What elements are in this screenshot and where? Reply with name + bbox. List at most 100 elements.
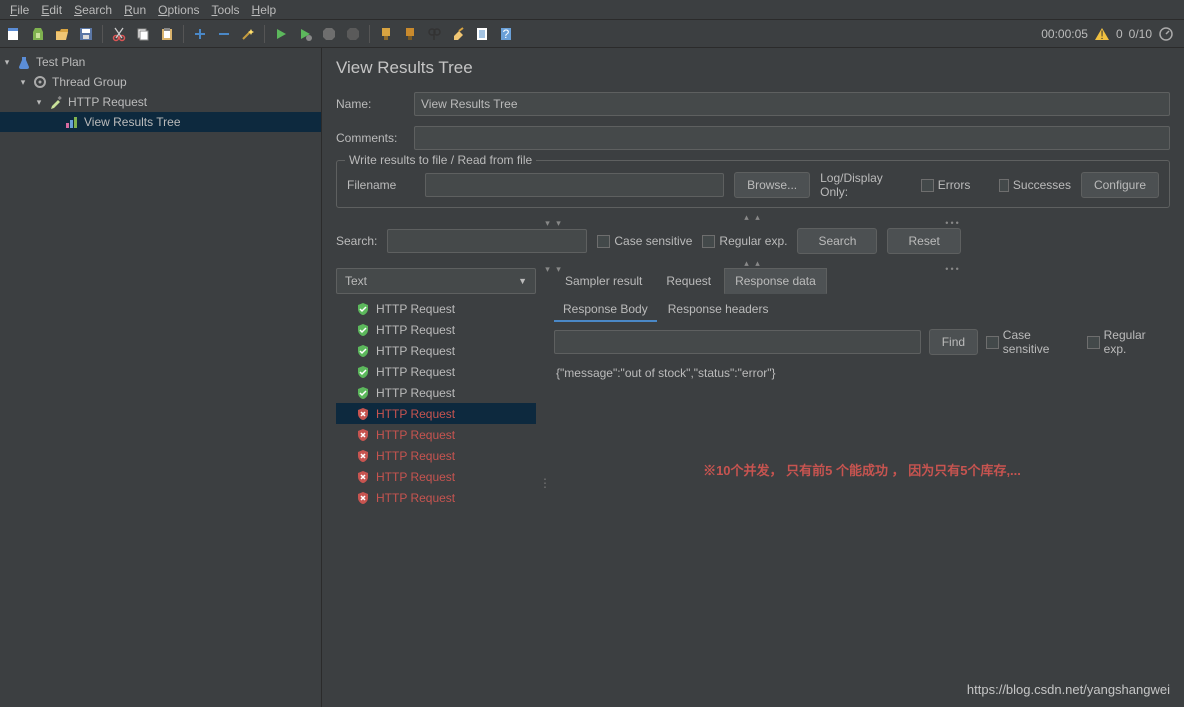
tree-http-request[interactable]: ▾ HTTP Request (0, 92, 321, 112)
name-label: Name: (336, 97, 404, 111)
cut-icon[interactable] (109, 24, 129, 44)
search-button[interactable]: Search (797, 228, 877, 254)
svg-text:?: ? (503, 27, 510, 41)
content-panel: View Results Tree Name: Comments: Write … (322, 48, 1184, 707)
shield-ok-icon (356, 302, 370, 316)
file-fieldset: Write results to file / Read from file F… (336, 160, 1170, 208)
gauge-icon[interactable] (1158, 26, 1174, 42)
errors-checkbox[interactable]: Errors (921, 178, 989, 192)
run-icon[interactable] (271, 24, 291, 44)
chevron-down-icon: ▼ (518, 276, 527, 286)
find-button[interactable]: Find (929, 329, 978, 355)
toolbar: ? 00:00:05 ! 0 0/10 (0, 20, 1184, 48)
find-input[interactable] (554, 330, 921, 354)
tree-thread-group[interactable]: ▾ Thread Group (0, 72, 321, 92)
menu-search[interactable]: Search (68, 3, 118, 17)
brush2-icon[interactable] (400, 24, 420, 44)
splitter[interactable]: ▴ ▴▾ ▾ ••• (336, 214, 1170, 222)
shield-ok-icon (356, 344, 370, 358)
successes-checkbox[interactable]: Successes (999, 178, 1071, 192)
shield-fail-icon (356, 428, 370, 442)
tree-view-results[interactable]: View Results Tree (0, 112, 321, 132)
shield-fail-icon (356, 449, 370, 463)
menu-tools[interactable]: Tools (206, 3, 246, 17)
browse-button[interactable]: Browse... (734, 172, 810, 198)
result-list: HTTP RequestHTTP RequestHTTP RequestHTTP… (336, 298, 536, 698)
stop-icon[interactable] (319, 24, 339, 44)
help-icon[interactable]: ? (496, 24, 516, 44)
report-icon[interactable] (472, 24, 492, 44)
gear-icon (32, 74, 48, 90)
regex-checkbox[interactable]: Regular exp. (702, 234, 787, 248)
tab-request[interactable]: Request (655, 268, 722, 294)
result-label: HTTP Request (376, 449, 455, 463)
wand-icon[interactable] (238, 24, 258, 44)
run-no-timers-icon[interactable] (295, 24, 315, 44)
menu-edit[interactable]: Edit (35, 3, 68, 17)
shield-ok-icon (356, 323, 370, 337)
remove-icon[interactable] (214, 24, 234, 44)
comments-input[interactable] (414, 126, 1170, 150)
tree-test-plan[interactable]: ▾ Test Plan (0, 52, 321, 72)
result-item[interactable]: HTTP Request (336, 445, 536, 466)
menu-run[interactable]: Run (118, 3, 152, 17)
response-body-text: {"message":"out of stock","status":"erro… (554, 356, 1170, 390)
tree-label: Thread Group (52, 75, 127, 89)
new-icon[interactable] (4, 24, 24, 44)
shield-fail-icon (356, 491, 370, 505)
result-item[interactable]: HTTP Request (336, 424, 536, 445)
shield-ok-icon (356, 386, 370, 400)
menu-options[interactable]: Options (152, 3, 205, 17)
open-icon[interactable] (52, 24, 72, 44)
result-item[interactable]: HTTP Request (336, 319, 536, 340)
result-item[interactable]: HTTP Request (336, 361, 536, 382)
tree-label: View Results Tree (84, 115, 181, 129)
result-label: HTTP Request (376, 491, 455, 505)
elapsed-time: 00:00:05 (1041, 27, 1088, 41)
tree-label: HTTP Request (68, 95, 147, 109)
name-input[interactable] (414, 92, 1170, 116)
tab-sampler-result[interactable]: Sampler result (554, 268, 653, 294)
reset-button[interactable]: Reset (887, 228, 960, 254)
result-item[interactable]: HTTP Request (336, 298, 536, 319)
result-item[interactable]: HTTP Request (336, 466, 536, 487)
clear-icon[interactable] (448, 24, 468, 44)
v-splitter[interactable]: ⋮ (542, 268, 548, 698)
menu-file[interactable]: File (4, 3, 35, 17)
menu-bar: File Edit Search Run Options Tools Help (0, 0, 1184, 20)
subtab-response-body[interactable]: Response Body (554, 298, 657, 322)
paste-icon[interactable] (157, 24, 177, 44)
result-item[interactable]: HTTP Request (336, 382, 536, 403)
result-item[interactable]: HTTP Request (336, 487, 536, 508)
shutdown-icon[interactable] (343, 24, 363, 44)
tab-response-data[interactable]: Response data (724, 268, 827, 294)
add-icon[interactable] (190, 24, 210, 44)
warning-icon[interactable]: ! (1094, 26, 1110, 42)
result-label: HTTP Request (376, 428, 455, 442)
result-item[interactable]: HTTP Request (336, 403, 536, 424)
renderer-dropdown[interactable]: Text ▼ (336, 268, 536, 294)
filename-input[interactable] (425, 173, 724, 197)
fieldset-title: Write results to file / Read from file (345, 153, 536, 167)
subtab-response-headers[interactable]: Response headers (659, 298, 778, 322)
case-sensitive-checkbox[interactable]: Case sensitive (597, 234, 692, 248)
result-label: HTTP Request (376, 470, 455, 484)
copy-icon[interactable] (133, 24, 153, 44)
filename-label: Filename (347, 178, 415, 192)
menu-help[interactable]: Help (246, 3, 283, 17)
page-title: View Results Tree (336, 58, 1170, 78)
splitter2[interactable]: ▴ ▴▾ ▾ ••• (336, 260, 1170, 268)
search-icon[interactable] (424, 24, 444, 44)
search-input[interactable] (387, 229, 587, 253)
result-item[interactable]: HTTP Request (336, 340, 536, 361)
find-case-checkbox[interactable]: Case sensitive (986, 328, 1079, 356)
save-icon[interactable] (76, 24, 96, 44)
find-regex-checkbox[interactable]: Regular exp. (1087, 328, 1170, 356)
brush1-icon[interactable] (376, 24, 396, 44)
pipette-icon (48, 94, 64, 110)
comments-label: Comments: (336, 131, 404, 145)
configure-button[interactable]: Configure (1081, 172, 1159, 198)
result-label: HTTP Request (376, 344, 455, 358)
shield-fail-icon (356, 407, 370, 421)
templates-icon[interactable] (28, 24, 48, 44)
